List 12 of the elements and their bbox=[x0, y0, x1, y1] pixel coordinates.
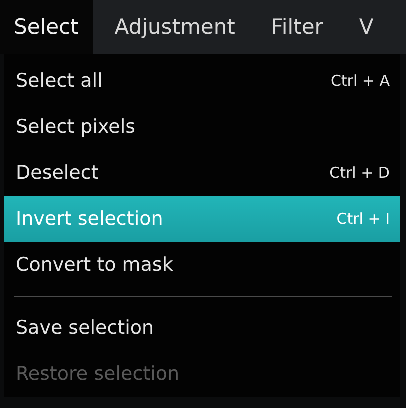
menu-item[interactable]: Select pixels bbox=[4, 104, 400, 150]
menu-tab[interactable]: Filter bbox=[257, 0, 338, 54]
menu-item[interactable]: Deselect Ctrl + D bbox=[4, 150, 400, 196]
menu-tab[interactable]: V bbox=[345, 0, 388, 54]
menu-item[interactable]: Convert to mask bbox=[4, 242, 400, 288]
shortcut-label: Ctrl + A bbox=[330, 72, 390, 90]
shortcut-label: Ctrl + I bbox=[336, 210, 390, 228]
menu-tab[interactable]: Adjustment bbox=[100, 0, 250, 54]
menu-item[interactable]: Select all Ctrl + A bbox=[4, 58, 400, 104]
menu-tab[interactable]: Select bbox=[0, 0, 93, 54]
menu-item[interactable]: Save selection bbox=[4, 305, 400, 351]
shortcut-label: Ctrl + D bbox=[330, 164, 390, 182]
